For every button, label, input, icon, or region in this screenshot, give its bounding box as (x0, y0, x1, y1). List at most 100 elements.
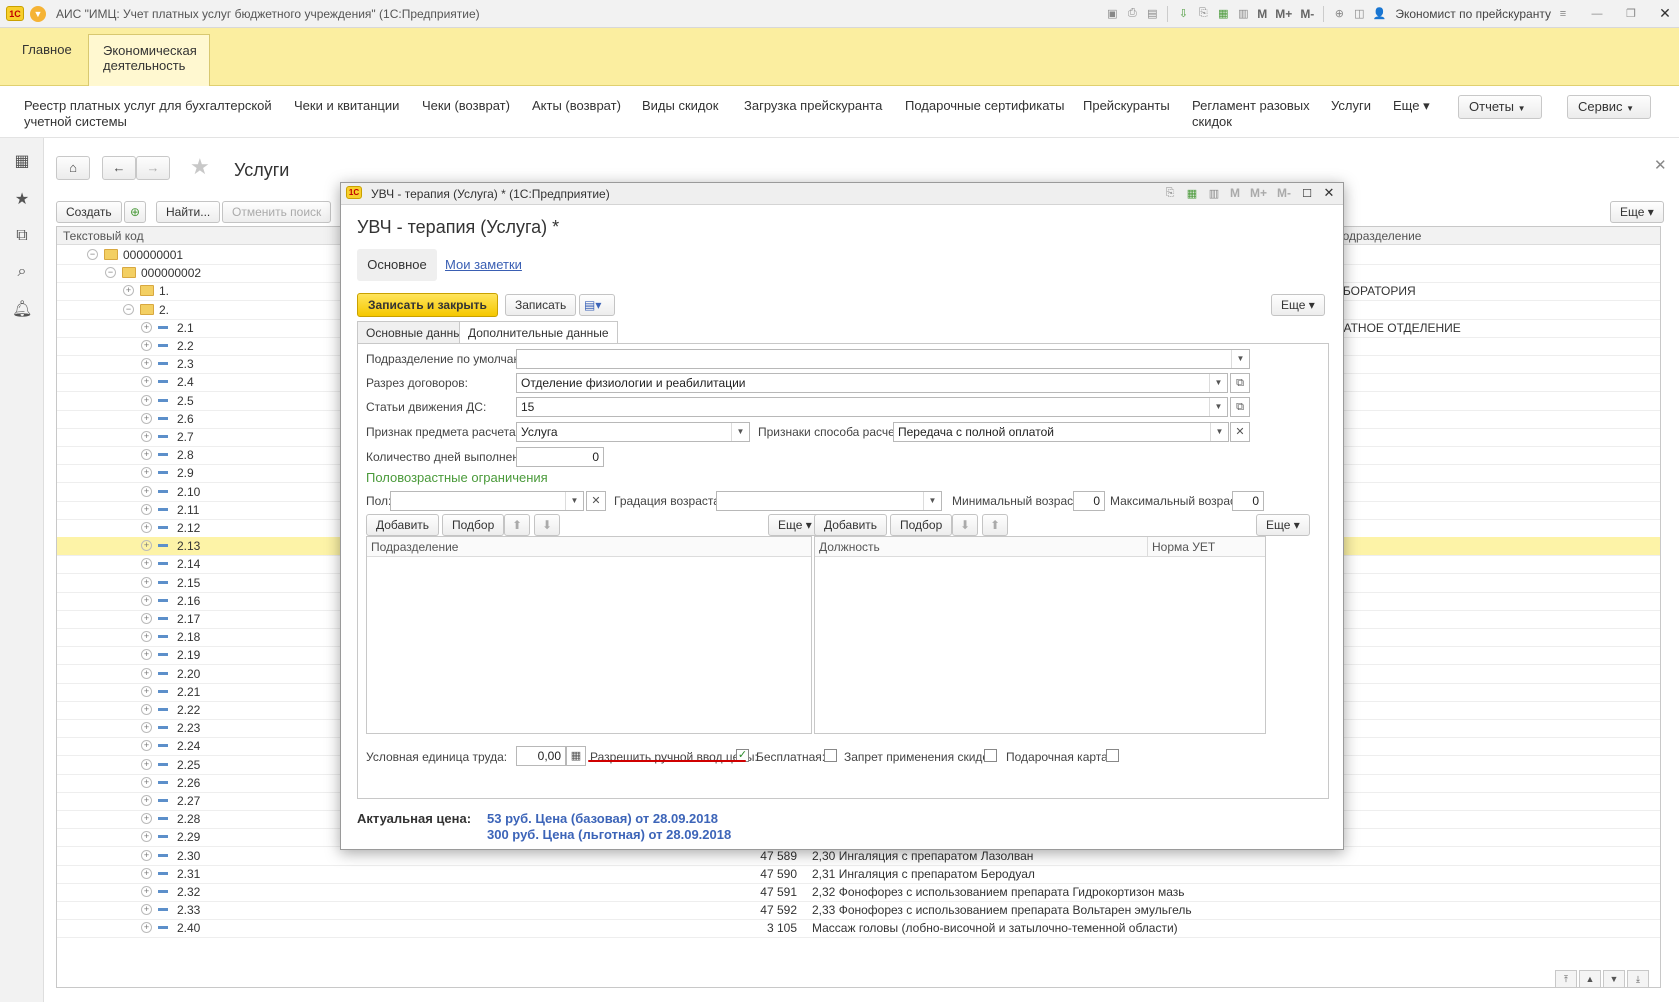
default-dept-field[interactable]: ▼ (516, 349, 1250, 369)
position-column[interactable]: Должность (819, 540, 880, 554)
expand-icon[interactable]: + (141, 776, 152, 788)
tab-main[interactable]: Основное (357, 249, 437, 281)
no-discount-checkbox[interactable] (984, 749, 997, 762)
cmd-one-time-discounts[interactable]: Регламент разовых скидок (1192, 98, 1317, 130)
expand-icon[interactable]: + (141, 340, 152, 351)
position-grid[interactable]: Должность Норма УЕТ (814, 536, 1266, 734)
more-button[interactable]: Еще ▾ (1610, 201, 1664, 223)
save-icon[interactable]: ▣ (1104, 6, 1120, 22)
maximize-icon[interactable]: ☐ (1299, 185, 1315, 201)
expand-icon[interactable]: + (141, 358, 152, 370)
expand-icon[interactable]: + (141, 467, 152, 479)
memory-m-button[interactable]: M (1255, 7, 1269, 21)
scroll-up-button[interactable]: ▲ (1579, 970, 1601, 988)
expand-icon[interactable]: + (141, 922, 152, 934)
user-name[interactable]: Экономист по прейскуранту (1395, 7, 1551, 21)
expand-icon[interactable]: + (141, 704, 152, 715)
main-menu-icon[interactable]: ▼ (30, 5, 46, 22)
right-add-button[interactable]: Добавить (814, 514, 888, 536)
cmd-checks[interactable]: Чеки и квитанции (294, 98, 399, 114)
cmd-services[interactable]: Услуги (1331, 98, 1371, 114)
expand-icon[interactable]: + (141, 522, 152, 533)
link-icon[interactable]: ⎘ (1195, 6, 1211, 22)
expand-icon[interactable]: + (141, 576, 152, 588)
history-icon[interactable]: ⧉ (12, 226, 32, 246)
forward-button[interactable]: → (136, 156, 170, 180)
zoom-icon[interactable]: ⊕ (1331, 6, 1347, 22)
gift-card-checkbox[interactable] (1106, 749, 1119, 762)
cmd-acts-return[interactable]: Акты (возврат) (532, 98, 621, 114)
open-icon[interactable]: ⧉ (1230, 373, 1250, 393)
uet-norm-column[interactable]: Норма УЕТ (1147, 537, 1215, 557)
table-row[interactable]: +2.40 3 105 Массаж головы (лобно-височной … (57, 919, 1660, 939)
cmd-more[interactable]: Еще ▾ (1393, 98, 1430, 114)
left-pick-button[interactable]: Подбор (442, 514, 505, 536)
table-row[interactable]: +2.33 47 592 2,33 Фонофорез с использовани… (57, 901, 1660, 921)
labor-unit-field[interactable]: 0,00 (516, 746, 566, 766)
expand-icon[interactable]: + (141, 667, 152, 679)
move-down-icon[interactable]: ⬇ (534, 514, 560, 536)
home-button[interactable]: ⌂ (56, 156, 90, 180)
memory-plus-button[interactable]: M+ (1273, 7, 1294, 21)
save-button[interactable]: Записать (505, 294, 577, 316)
collapse-icon[interactable]: − (123, 303, 134, 315)
table-row[interactable]: +2.32 47 591 2,32 Фонофорез с использовани… (57, 883, 1660, 902)
subject-field[interactable]: Услуга ▼ (516, 422, 750, 442)
free-checkbox[interactable] (824, 749, 837, 762)
save-and-close-button[interactable]: Записать и закрыть (357, 293, 498, 317)
section-econ[interactable]: Экономическая деятельность (88, 34, 210, 86)
cmd-checks-return[interactable]: Чеки (возврат) (422, 98, 510, 114)
expand-icon[interactable]: + (141, 795, 152, 806)
days-field[interactable]: 0 (516, 447, 604, 467)
dept-grid[interactable]: Подразделение (366, 536, 812, 734)
expand-icon[interactable]: + (141, 886, 152, 897)
cancel-search-button[interactable]: Отменить поиск (222, 201, 332, 223)
cmd-discount-types[interactable]: Виды скидок (642, 98, 718, 114)
cmd-gift-certificates[interactable]: Подарочные сертификаты (905, 98, 1064, 114)
attach-icon[interactable]: ⇩ (1175, 6, 1191, 22)
expand-icon[interactable]: + (141, 558, 152, 570)
expand-icon[interactable]: + (141, 813, 152, 825)
memory-minus-button[interactable]: M- (1298, 7, 1316, 21)
expand-icon[interactable]: + (141, 831, 152, 843)
close-icon[interactable]: ✕ (1657, 5, 1673, 22)
section-main[interactable]: Главное (8, 34, 86, 86)
move-down-icon[interactable]: ⬇ (952, 514, 978, 536)
dropdown-icon[interactable]: ▼ (1231, 350, 1249, 368)
expand-icon[interactable]: + (141, 722, 152, 734)
apps-grid-icon[interactable]: ▦ (12, 152, 32, 172)
expand-icon[interactable]: + (141, 849, 152, 861)
expand-icon[interactable]: + (141, 376, 152, 388)
find-button[interactable]: Найти... (156, 201, 221, 223)
calculator-icon[interactable]: ▦ (1184, 185, 1200, 201)
min-age-field[interactable]: 0 (1073, 491, 1105, 511)
expand-icon[interactable]: + (141, 431, 152, 442)
clear-icon[interactable]: ✕ (1230, 422, 1250, 442)
attachments-icon[interactable]: ▤▾ (579, 294, 615, 316)
clear-icon[interactable]: ✕ (586, 491, 606, 511)
table-row[interactable]: +2.31 47 590 2,31 Ингаляция с препаратом Б… (57, 865, 1660, 884)
reports-button[interactable]: Отчеты ▼ (1458, 95, 1542, 119)
calendar-icon[interactable]: ▥ (1235, 6, 1251, 22)
column-dept[interactable]: Подразделение (1327, 227, 1660, 245)
expand-icon[interactable]: + (141, 904, 152, 916)
expand-icon[interactable]: + (141, 631, 152, 643)
cmd-load-price-list[interactable]: Загрузка прейскуранта (744, 98, 882, 114)
notifications-bell-icon[interactable]: 🔔︎ (12, 300, 32, 320)
calendar-icon[interactable]: ▥ (1206, 185, 1222, 201)
left-add-button[interactable]: Добавить (366, 514, 440, 536)
memory-plus-button[interactable]: M+ (1248, 186, 1269, 200)
expand-icon[interactable]: + (141, 394, 152, 406)
expand-icon[interactable]: + (141, 449, 152, 461)
memory-minus-button[interactable]: M- (1275, 186, 1293, 200)
gradation-field[interactable]: ▼ (716, 491, 942, 511)
copy-icon[interactable]: ⊕ (124, 201, 146, 223)
open-icon[interactable]: ⧉ (1230, 397, 1250, 417)
memory-m-button[interactable]: M (1228, 186, 1242, 200)
dialog-close-icon[interactable]: ✕ (1321, 185, 1337, 201)
settings-icon[interactable]: ≡ (1555, 6, 1571, 22)
dept-column[interactable]: Подразделение (371, 540, 458, 554)
expand-icon[interactable]: + (141, 540, 152, 552)
subtab-extra[interactable]: Дополнительные данные (459, 321, 618, 344)
expand-icon[interactable]: + (141, 503, 152, 515)
